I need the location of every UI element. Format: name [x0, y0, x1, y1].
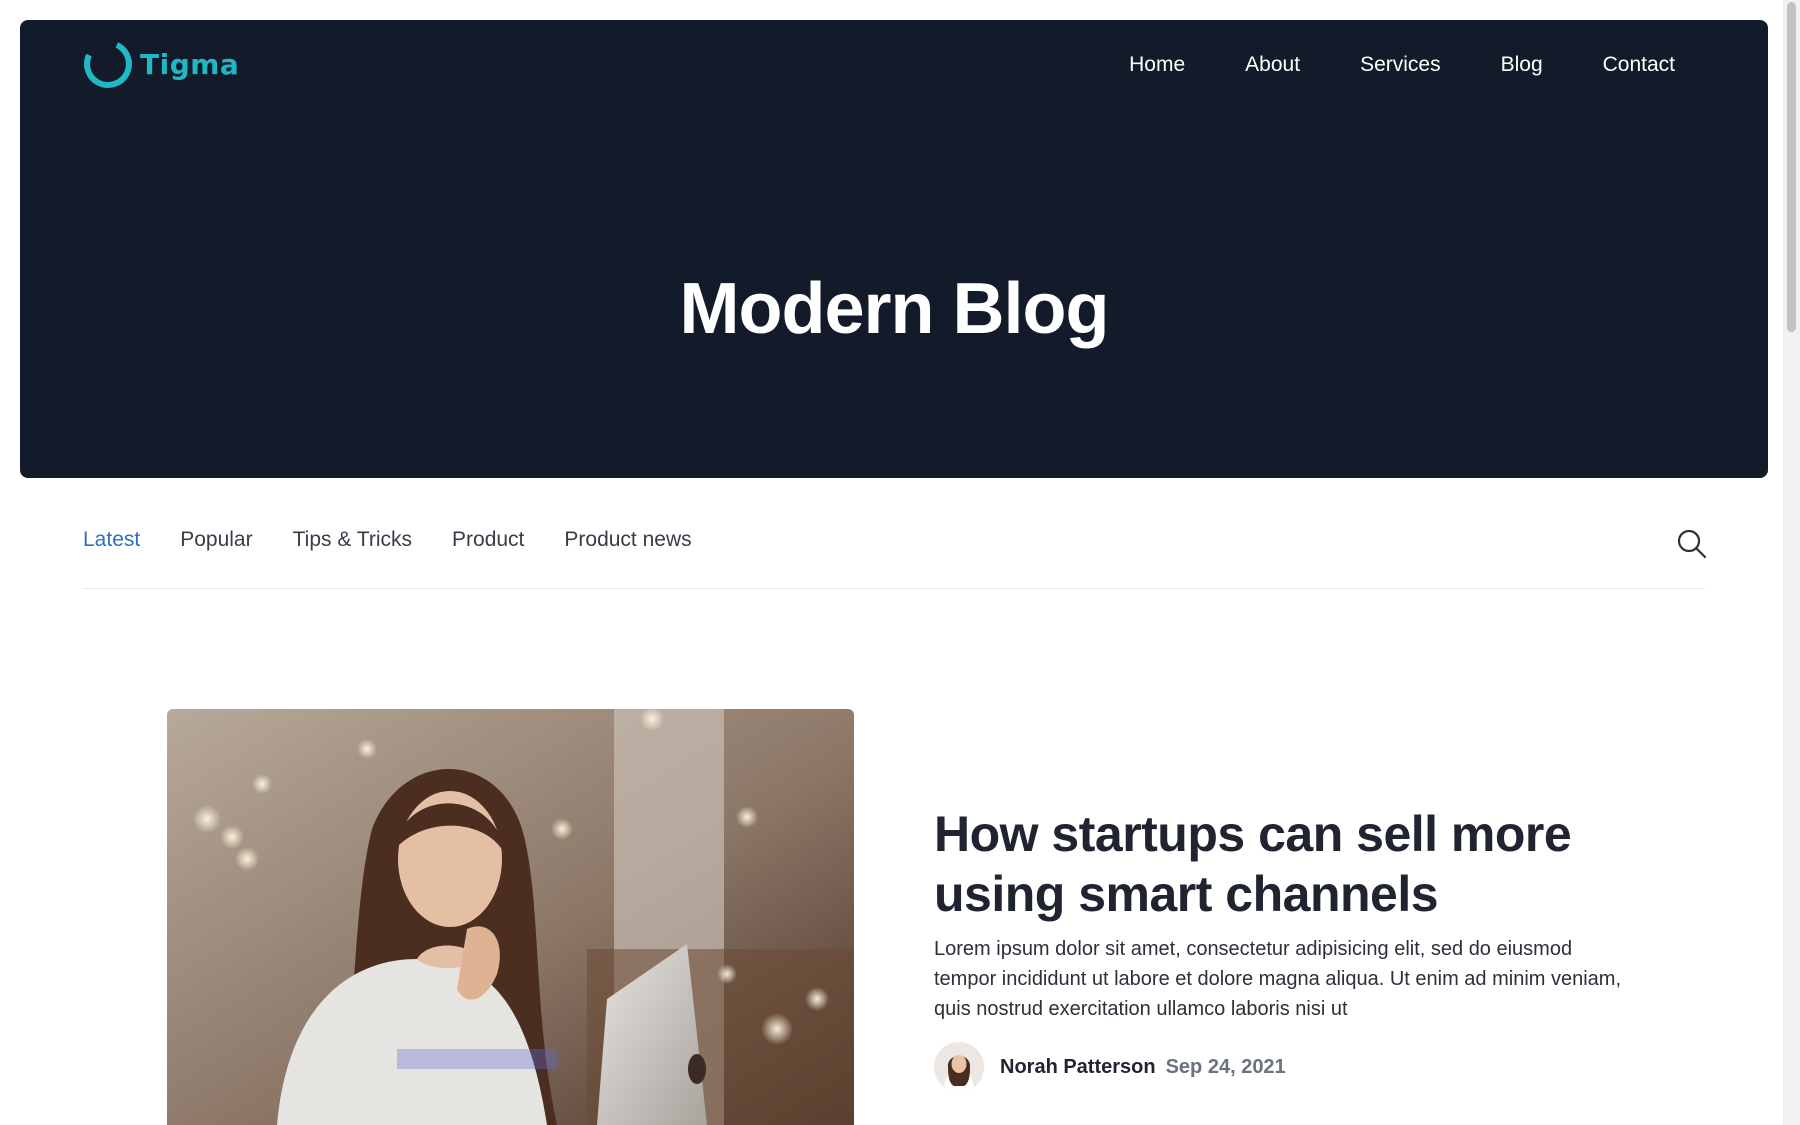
logo[interactable]: Tigma [77, 33, 240, 95]
post-meta: Norah Patterson Sep 24, 2021 [934, 1042, 1286, 1092]
post-date: Sep 24, 2021 [1165, 1055, 1286, 1078]
page-scrollbar[interactable] [1783, 0, 1800, 1125]
tab-product[interactable]: Product [452, 528, 524, 552]
author-name[interactable]: Norah Patterson [1000, 1056, 1156, 1079]
post-excerpt: Lorem ipsum dolor sit amet, consectetur … [934, 938, 1622, 1020]
tab-product-news[interactable]: Product news [564, 528, 691, 552]
nav-link-blog[interactable]: Blog [1501, 53, 1543, 77]
category-tabs: Latest Popular Tips & Tricks Product Pro… [83, 528, 692, 552]
nav-link-services[interactable]: Services [1360, 53, 1441, 77]
nav-link-about[interactable]: About [1245, 53, 1300, 77]
tab-latest[interactable]: Latest [83, 528, 140, 552]
tab-popular[interactable]: Popular [180, 528, 252, 552]
author-avatar[interactable] [934, 1042, 984, 1092]
scrollbar-thumb[interactable] [1787, 2, 1796, 332]
tab-tips-tricks[interactable]: Tips & Tricks [293, 528, 412, 552]
post-image[interactable] [167, 709, 854, 1125]
nav-link-contact[interactable]: Contact [1603, 53, 1675, 77]
search-icon[interactable] [1676, 528, 1708, 560]
tabs-divider [83, 588, 1705, 589]
nav-link-home[interactable]: Home [1129, 53, 1185, 77]
logo-text: Tigma [140, 47, 240, 81]
page-title: Modern Blog [679, 269, 1110, 349]
post-title[interactable]: How startups can sell more using smart c… [934, 804, 1654, 924]
hero-banner: Tigma Home About Services Blog Contact M… [20, 20, 1768, 478]
main-nav: Home About Services Blog Contact [1129, 53, 1675, 77]
logo-ring-icon [77, 33, 139, 95]
